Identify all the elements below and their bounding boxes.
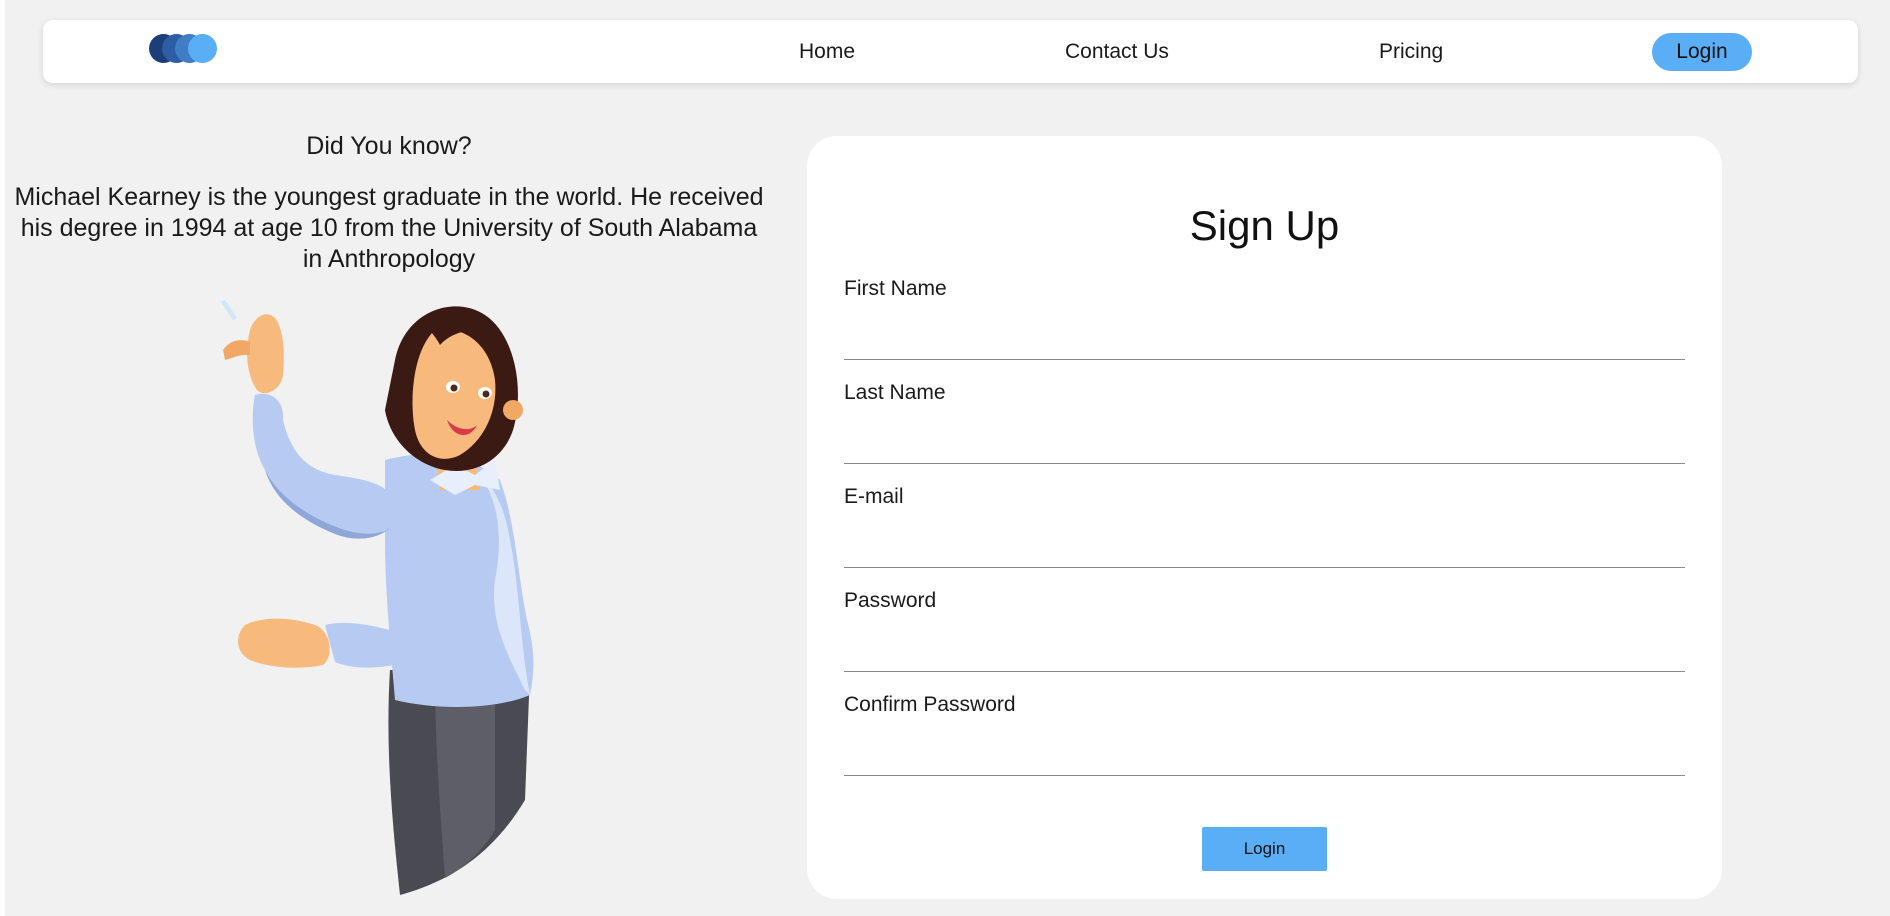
navbar: Home Contact Us Pricing Login xyxy=(43,20,1858,83)
email-label: E-mail xyxy=(844,485,904,508)
password-input[interactable] xyxy=(844,633,1685,672)
confirm-password-label: Confirm Password xyxy=(844,693,1016,716)
first-name-label: First Name xyxy=(844,277,947,300)
signup-card: Sign Up First Name Last Name E-mail Pass… xyxy=(807,136,1722,899)
email-input[interactable] xyxy=(844,529,1685,568)
confirm-password-input[interactable] xyxy=(844,737,1685,776)
info-title: Did You know? xyxy=(306,132,472,160)
last-name-label: Last Name xyxy=(844,381,946,404)
info-text: Michael Kearney is the youngest graduate… xyxy=(14,183,764,273)
nav-link-pricing[interactable]: Pricing xyxy=(1379,40,1443,64)
last-name-input[interactable] xyxy=(844,425,1685,464)
logo-dot-4 xyxy=(188,34,217,63)
submit-login-button[interactable]: Login xyxy=(1202,827,1327,871)
signup-title: Sign Up xyxy=(1189,202,1340,249)
nav-link-home[interactable]: Home xyxy=(799,40,855,64)
first-name-input[interactable] xyxy=(844,321,1685,360)
teacher-illustration xyxy=(221,300,534,895)
nav-login-button[interactable]: Login xyxy=(1652,33,1752,71)
nav-link-contact-us[interactable]: Contact Us xyxy=(1065,40,1169,64)
password-label: Password xyxy=(844,589,937,612)
logo[interactable] xyxy=(149,34,229,64)
